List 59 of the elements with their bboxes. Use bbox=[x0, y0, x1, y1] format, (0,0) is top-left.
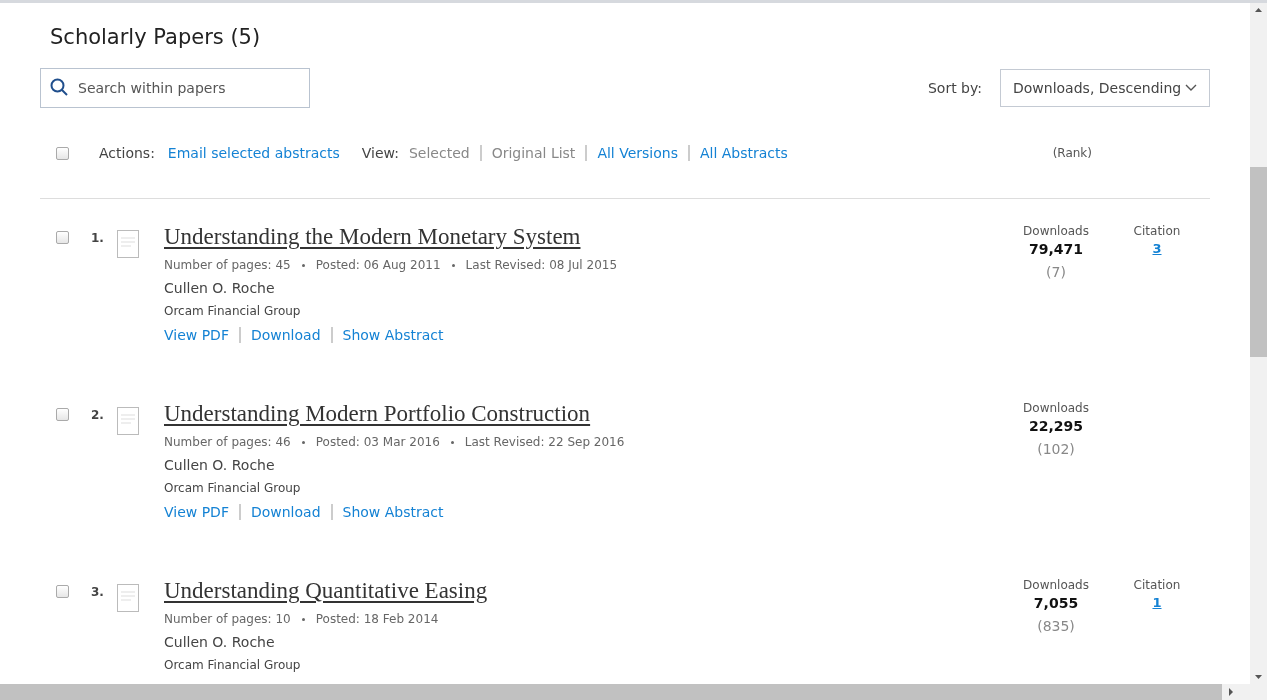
checkbox[interactable] bbox=[56, 408, 69, 421]
checkbox[interactable] bbox=[56, 585, 69, 598]
paper-meta: Number of pages: 46 bbox=[164, 435, 291, 449]
paper-meta: Number of pages: 45 bbox=[164, 258, 291, 272]
downloads-count: 7,055 bbox=[1033, 595, 1079, 611]
sort-dropdown[interactable]: Downloads, Descending bbox=[1000, 69, 1210, 107]
downloads-count: 22,295 bbox=[1029, 418, 1083, 434]
affiliation: Orcam Financial Group bbox=[164, 304, 302, 318]
author-name: Cullen O. Roche bbox=[164, 457, 276, 473]
paper-action-link[interactable]: Show Abstract bbox=[342, 504, 444, 520]
paper-title-link[interactable]: Understanding Modern Portfolio Construction bbox=[164, 401, 591, 427]
item-number: 3. bbox=[91, 585, 105, 599]
rank-label: (Rank) bbox=[1052, 146, 1092, 160]
affiliation: Orcam Financial Group bbox=[164, 481, 302, 495]
view-option-link[interactable]: All Versions bbox=[597, 145, 678, 161]
downloads-label: Downloads bbox=[1023, 224, 1089, 238]
paper-meta: Posted: 03 Mar 2016 bbox=[315, 435, 440, 449]
checkbox[interactable] bbox=[56, 231, 69, 244]
paper-action-link[interactable]: Show Abstract bbox=[342, 327, 444, 343]
downloads-label: Downloads bbox=[1023, 578, 1089, 592]
paper-meta: Posted: 06 Aug 2011 bbox=[315, 258, 441, 272]
paper-meta: Last Revised: 22 Sep 2016 bbox=[464, 435, 625, 449]
view-option-link: Original List bbox=[491, 145, 576, 161]
citation-count-link[interactable]: 1 bbox=[1152, 595, 1162, 610]
rank-value: (7) bbox=[1046, 264, 1066, 280]
page-heading: Scholarly Papers (5) bbox=[50, 25, 262, 49]
paper-title-link[interactable]: Understanding Quantitative Easing bbox=[164, 578, 488, 604]
paper-action-link[interactable]: Download bbox=[250, 327, 321, 343]
item-number: 2. bbox=[91, 408, 105, 422]
citation-count-link[interactable]: 3 bbox=[1152, 241, 1162, 256]
citation-label: Citation bbox=[1133, 224, 1181, 238]
affiliation: Orcam Financial Group bbox=[164, 658, 302, 672]
checkbox[interactable] bbox=[56, 146, 69, 160]
downloads-count: 79,471 bbox=[1029, 241, 1083, 257]
paper-title-link[interactable]: Understanding the Modern Monetary System bbox=[164, 224, 581, 250]
chevron-down-icon bbox=[1185, 84, 1197, 92]
view-option-link: Selected bbox=[408, 145, 470, 161]
author-name: Cullen O. Roche bbox=[164, 280, 276, 296]
document-icon bbox=[117, 230, 139, 258]
actions-label: Actions: bbox=[99, 145, 155, 161]
view-label: View: bbox=[361, 145, 399, 161]
paper-action-link[interactable]: View PDF bbox=[164, 327, 229, 343]
paper-action-link[interactable]: View PDF bbox=[164, 504, 229, 520]
rank-value: (102) bbox=[1037, 441, 1075, 457]
view-option-link[interactable]: All Abstracts bbox=[699, 145, 788, 161]
paper-meta: Posted: 18 Feb 2014 bbox=[315, 612, 439, 626]
email-abstracts-link[interactable]: Email selected abstracts bbox=[167, 145, 340, 161]
sort-label: Sort by: bbox=[927, 80, 982, 96]
paper-meta: Last Revised: 08 Jul 2015 bbox=[465, 258, 618, 272]
document-icon bbox=[117, 407, 139, 435]
rank-value: (835) bbox=[1037, 618, 1075, 634]
document-icon bbox=[117, 584, 139, 612]
author-name: Cullen O. Roche bbox=[164, 634, 276, 650]
downloads-label: Downloads bbox=[1023, 401, 1089, 415]
citation-label: Citation bbox=[1133, 578, 1181, 592]
item-number: 1. bbox=[91, 231, 105, 245]
paper-meta: Number of pages: 10 bbox=[164, 612, 291, 626]
search-field[interactable]: Search within papers bbox=[40, 68, 310, 108]
paper-action-link[interactable]: Download bbox=[250, 504, 321, 520]
